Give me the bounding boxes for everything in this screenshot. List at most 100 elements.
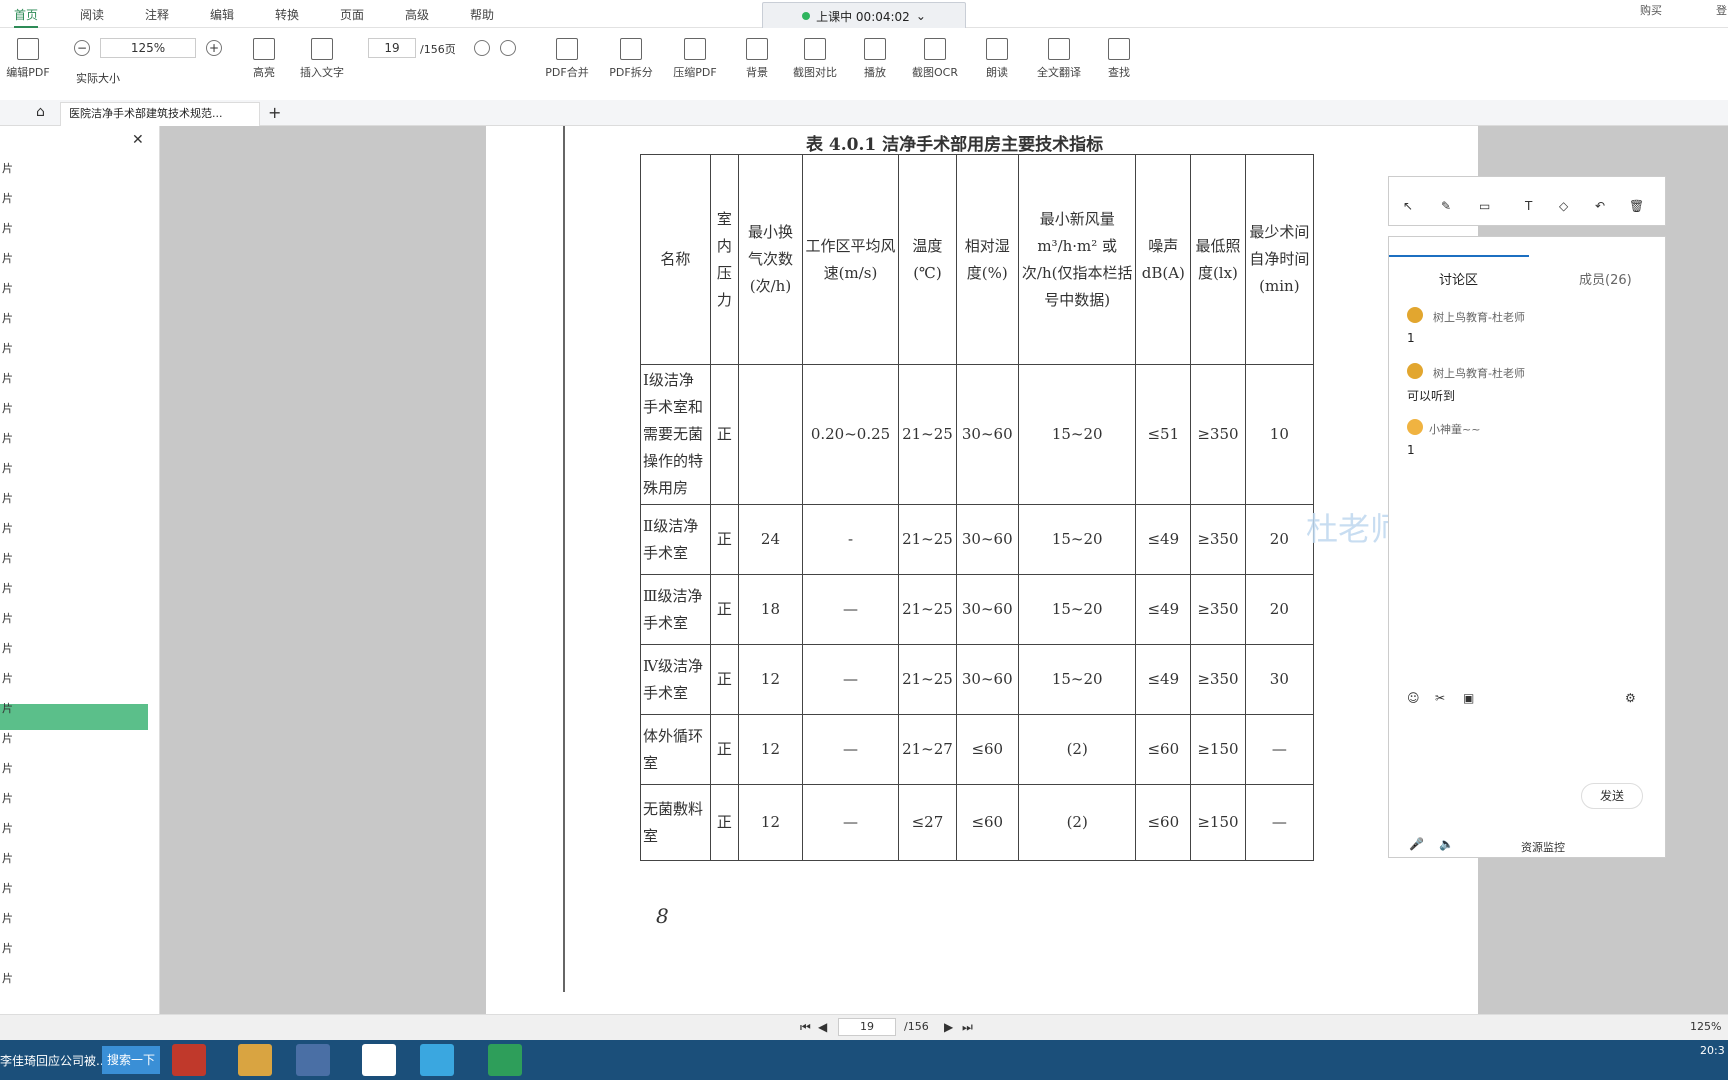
new-tab-icon[interactable]: + [268, 103, 281, 122]
sidebar-list-item[interactable]: 片 [2, 760, 13, 776]
sidebar-list-item[interactable]: 片 [2, 400, 13, 416]
wps-app-icon[interactable] [362, 1044, 396, 1076]
sidebar-list-item[interactable]: 片 [2, 370, 13, 386]
undo-icon[interactable]: ↶ [1595, 199, 1605, 213]
next-page-icon[interactable] [500, 40, 516, 56]
table-cell: Ⅲ级洁净手术室 [640, 574, 711, 645]
cursor-icon[interactable]: ↖ [1403, 199, 1413, 213]
pen-icon[interactable]: ✎ [1441, 199, 1451, 213]
sidebar-list-item[interactable]: 片 [2, 310, 13, 326]
menu-tab-help[interactable]: 帮助 [470, 6, 494, 23]
zoom-in-icon[interactable]: + [206, 40, 222, 56]
sidebar-list-item[interactable]: 片 [2, 820, 13, 836]
login-link[interactable]: 登 [1716, 2, 1727, 18]
eraser-icon[interactable]: ◇ [1559, 199, 1568, 213]
close-icon[interactable]: ✕ [132, 132, 144, 148]
sidebar-selected-item[interactable] [0, 704, 148, 730]
menu-tab-advanced[interactable]: 高级 [405, 6, 429, 23]
last-page-icon[interactable]: ⏭ [962, 1020, 973, 1035]
sidebar-list-item[interactable]: 片 [2, 940, 13, 956]
find-button[interactable]: 查找 [1104, 38, 1134, 80]
menu-tab-read[interactable]: 阅读 [80, 6, 104, 23]
live-status-pill[interactable]: 上课中 00:04:02 ⌄ [762, 2, 966, 30]
image-icon[interactable]: ▣ [1463, 691, 1474, 705]
microphone-icon[interactable]: 🎤 [1409, 837, 1424, 851]
prev-page-icon[interactable] [474, 40, 490, 56]
sidebar-list-item[interactable]: 片 [2, 730, 13, 746]
sidebar-list-item[interactable]: 片 [2, 250, 13, 266]
status-page-input[interactable]: 19 [838, 1018, 896, 1036]
sidebar-list-item[interactable]: 片 [2, 700, 13, 716]
zoom-select[interactable]: 125% [100, 38, 196, 58]
edit-icon [17, 38, 39, 60]
pdf-app-icon[interactable] [488, 1044, 522, 1076]
full-translate-button[interactable]: 全文翻译 [1034, 38, 1084, 80]
sidebar-list-item[interactable]: 片 [2, 190, 13, 206]
sidebar-list-item[interactable]: 片 [2, 520, 13, 536]
prev-page-icon[interactable]: ◀ [818, 1020, 827, 1034]
sidebar-list-item[interactable]: 片 [2, 610, 13, 626]
acs-app-icon[interactable] [172, 1044, 206, 1076]
first-page-icon[interactable]: ⏮ [800, 1020, 811, 1035]
menu-tab-home[interactable]: 首页 [14, 6, 39, 28]
sidebar-list-item[interactable]: 片 [2, 970, 13, 986]
menu-tab-annotate[interactable]: 注释 [145, 6, 169, 23]
sidebar-list-item[interactable]: 片 [2, 910, 13, 926]
sidebar-list-item[interactable]: 片 [2, 280, 13, 296]
sidebar-list-item[interactable]: 片 [2, 850, 13, 866]
photos-app-icon[interactable] [296, 1044, 330, 1076]
pdf-split-button[interactable]: PDF拆分 [604, 38, 658, 80]
taskbar-app-title[interactable]: 李佳琦回应公司被... [0, 1052, 107, 1069]
scissors-icon[interactable]: ✂ [1435, 691, 1445, 705]
edit-pdf-button[interactable]: 编辑PDF [4, 38, 52, 80]
insert-text-button[interactable]: 插入文字 [296, 38, 348, 80]
rectangle-icon[interactable]: ▭ [1479, 199, 1490, 213]
tab-members[interactable]: 成员(26) [1579, 269, 1632, 288]
buy-link[interactable]: 购买 [1640, 2, 1662, 18]
taskbar-search-button[interactable]: 搜索一下 [102, 1046, 160, 1074]
folder-app-icon[interactable] [238, 1044, 272, 1076]
pdf-merge-button[interactable]: PDF合并 [540, 38, 594, 80]
menu-tab-edit[interactable]: 编辑 [210, 6, 234, 23]
sidebar-list-item[interactable]: 片 [2, 460, 13, 476]
table-row: Ⅳ级洁净手术室正 12—21~25 30~60 15~20 ≤49 ≥350 30 [640, 644, 1315, 715]
sidebar-list-item[interactable]: 片 [2, 430, 13, 446]
play-button[interactable]: 播放 [860, 38, 890, 80]
sidebar-list-item[interactable]: 片 [2, 340, 13, 356]
screenshot-compare-button[interactable]: 截图对比 [790, 38, 840, 80]
page-number-input[interactable]: 19 [368, 38, 416, 58]
speaker-icon[interactable]: 🔈 [1439, 837, 1454, 851]
screenshot-ocr-button[interactable]: 截图OCR [906, 38, 964, 80]
sidebar-list-item[interactable]: 片 [2, 220, 13, 236]
menu-tab-convert[interactable]: 转换 [275, 6, 299, 23]
status-zoom[interactable]: 125% [1690, 1020, 1721, 1033]
sidebar-list-item[interactable]: 片 [2, 670, 13, 686]
home-icon[interactable]: ⌂ [36, 104, 45, 120]
message-text: 1 [1407, 443, 1415, 457]
sidebar-list-item[interactable]: 片 [2, 640, 13, 656]
text-tool-icon[interactable]: T [1525, 199, 1532, 213]
sidebar-list-item[interactable]: 片 [2, 880, 13, 896]
zoom-out-icon[interactable]: − [74, 40, 90, 56]
sidebar-list-item[interactable]: 片 [2, 580, 13, 596]
send-button[interactable]: 发送 [1581, 783, 1643, 809]
sidebar-list-item[interactable]: 片 [2, 790, 13, 806]
next-page-icon[interactable]: ▶ [944, 1020, 953, 1034]
settings-icon[interactable]: ⚙ [1625, 691, 1636, 705]
trash-icon[interactable]: 🗑 [1629, 199, 1644, 213]
sidebar-list-item[interactable]: 片 [2, 160, 13, 176]
actual-size-button[interactable]: 实际大小 [76, 70, 120, 86]
read-aloud-button[interactable]: 朗读 [982, 38, 1012, 80]
highlight-button[interactable]: 高亮 [244, 38, 284, 80]
compress-pdf-button[interactable]: 压缩PDF [668, 38, 722, 80]
tab-discussion[interactable]: 讨论区 [1439, 269, 1478, 288]
emoji-icon[interactable]: ☺ [1407, 691, 1420, 705]
video-app-icon[interactable] [420, 1044, 454, 1076]
sidebar-list-item[interactable]: 片 [2, 550, 13, 566]
sidebar-list-item[interactable]: 片 [2, 490, 13, 506]
table-cell: Ⅰ级洁净手术室和需要无菌操作的特殊用房 [640, 364, 711, 505]
menu-tab-page[interactable]: 页面 [340, 6, 364, 23]
background-button[interactable]: 背景 [742, 38, 772, 80]
status-page-total: /156 [904, 1020, 929, 1033]
document-tab[interactable]: 医院洁净手术部建筑技术规范... [60, 102, 260, 126]
